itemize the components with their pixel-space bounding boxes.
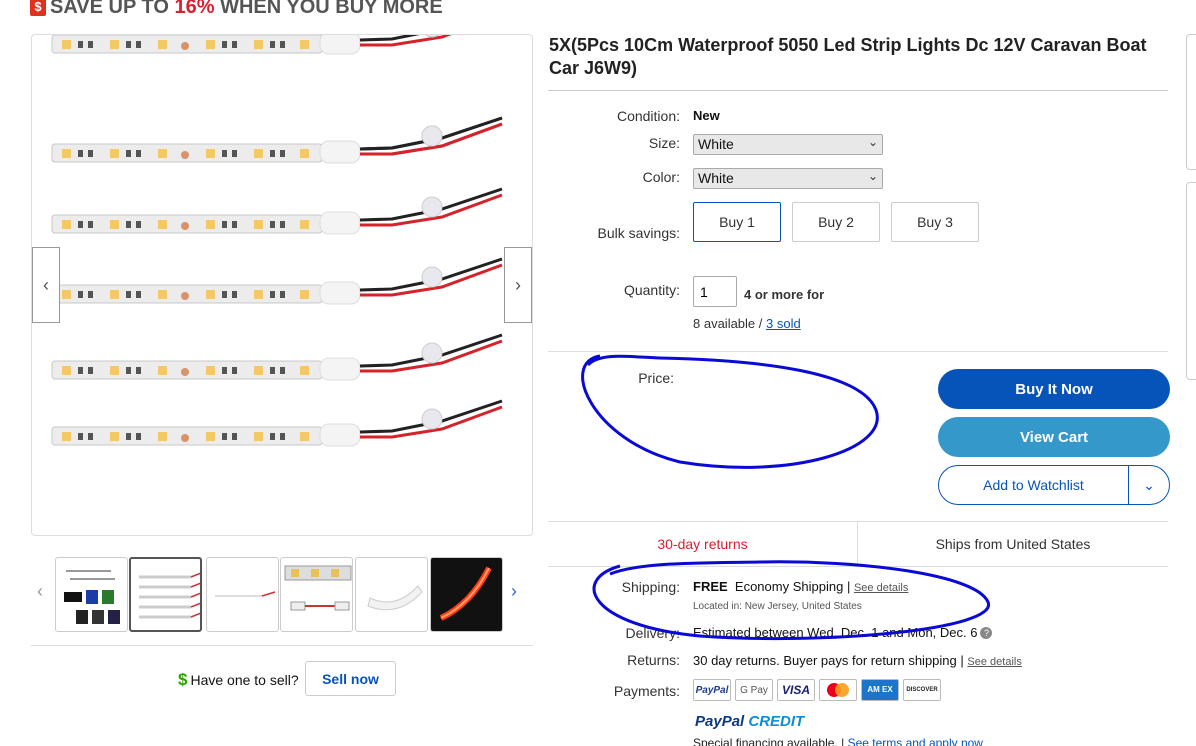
delivery-text: Estimated between Wed, Dec. 1 and Mon, D… [693,625,978,640]
payments-label: Payments: [613,683,680,699]
banner-percent: 16% [174,0,215,18]
shipping-info: FREE Economy Shipping | See details [693,579,908,594]
special-financing: Special financing available. | See terms… [693,736,983,746]
google-pay-icon: G Pay [735,679,773,701]
thumbnail-five-strips[interactable] [129,557,202,632]
delivery-label: Delivery: [625,625,680,641]
divider [31,645,533,646]
banner-prefix: SAVE UP TO [50,0,175,18]
size-selected: White [698,136,734,152]
bulk-savings-label: Bulk savings: [597,225,680,241]
size-label: Size: [648,135,680,151]
shipping-location: Located in: New Jersey, United States [693,601,862,612]
thumbnail-red-lit[interactable] [430,557,503,632]
have-one-to-sell: $ Have one to sell? [178,670,299,690]
info-tabs: 30-day returns Ships from United States [548,521,1168,567]
tab-returns[interactable]: 30-day returns [548,522,858,567]
condition-label: Condition: [616,108,680,124]
available-count: 8 available / [693,316,766,331]
dollar-tag-icon: $ [30,0,46,16]
see-terms-link[interactable]: See terms and apply now [848,736,983,746]
size-select[interactable]: White ⌄ [693,134,883,155]
product-title: 5X(5Pcs 10Cm Waterproof 5050 Led Strip L… [549,35,1147,78]
returns-label: Returns: [627,652,680,668]
buy-1-button[interactable]: Buy 1 [693,202,781,242]
shipping-see-details-link[interactable]: See details [854,582,908,594]
thumbnail-curled-strip[interactable] [355,557,428,632]
credit-word: CREDIT [744,713,805,730]
quantity-note: 4 or more for [744,287,825,302]
mastercard-icon [819,679,857,701]
chevron-down-icon: ⌄ [867,169,878,183]
thumbnail-closeup[interactable] [280,557,353,632]
thumbnail-single-strip[interactable] [206,557,279,632]
availability: 8 available / 3 sold [693,316,801,331]
shipping-free: FREE [693,579,728,594]
main-image-gallery[interactable]: ‹ › [31,34,533,536]
shipping-label: Shipping: [621,579,680,595]
paypal-credit-logo: PayPal CREDIT [695,713,804,730]
condition-value: New [693,108,720,123]
amex-icon: AM EX [861,679,899,701]
gallery-next-button[interactable]: › [504,247,532,323]
color-label: Color: [642,169,680,185]
returns-see-details-link[interactable]: See details [967,656,1021,668]
view-cart-button[interactable]: View Cart [938,417,1170,457]
sell-now-button[interactable]: Sell now [305,661,396,696]
visa-icon: VISA [777,679,815,701]
delivery-estimate: Estimated between Wed, Dec. 1 and Mon, D… [693,625,993,640]
sold-link[interactable]: 3 sold [766,316,801,331]
buy-3-button[interactable]: Buy 3 [891,202,979,242]
dollar-icon: $ [178,670,188,689]
thumbnail-strip: ‹ › [31,556,533,634]
color-select[interactable]: White ⌄ [693,168,883,189]
thumbnail-multicolor[interactable] [55,557,128,632]
side-panel-edge [1186,182,1196,380]
divider [548,351,1168,352]
side-panel-edge [1186,34,1196,170]
title-divider [548,90,1168,91]
returns-text: 30 day returns. Buyer pays for return sh… [693,653,957,668]
thumb-prev-icon[interactable]: ‹ [37,581,43,602]
banner-suffix: WHEN YOU BUY MORE [214,0,443,18]
help-icon[interactable]: ? [980,627,993,639]
paypal-word: PayPal [695,713,745,730]
special-text: Special financing available. [693,736,838,746]
gallery-prev-button[interactable]: ‹ [32,247,60,323]
add-to-watchlist-button[interactable]: Add to Watchlist [939,466,1128,504]
price-label: Price: [638,370,674,386]
separator: | [846,579,851,594]
returns-info: 30 day returns. Buyer pays for return sh… [693,653,1022,668]
separator: | [960,653,964,668]
watchlist-button-group: Add to Watchlist ⌄ [938,465,1170,505]
discover-icon: DISCOVER [903,679,941,701]
tab-ships-from[interactable]: Ships from United States [858,522,1168,567]
sell-prompt: Have one to sell? [190,672,299,688]
watchlist-dropdown-chevron-icon[interactable]: ⌄ [1129,466,1169,504]
promo-banner: $ SAVE UP TO 16% WHEN YOU BUY MORE [30,0,443,19]
led-strip-image [50,35,504,448]
color-selected: White [698,170,734,186]
quantity-input[interactable] [693,276,737,307]
buy-it-now-button[interactable]: Buy It Now [938,369,1170,409]
thumb-next-icon[interactable]: › [511,581,517,602]
buy-2-button[interactable]: Buy 2 [792,202,880,242]
paypal-icon: PayPal [693,679,731,701]
quantity-label: Quantity: [623,282,680,298]
shipping-method: Economy Shipping [734,579,844,594]
chevron-down-icon: ⌄ [867,135,878,149]
